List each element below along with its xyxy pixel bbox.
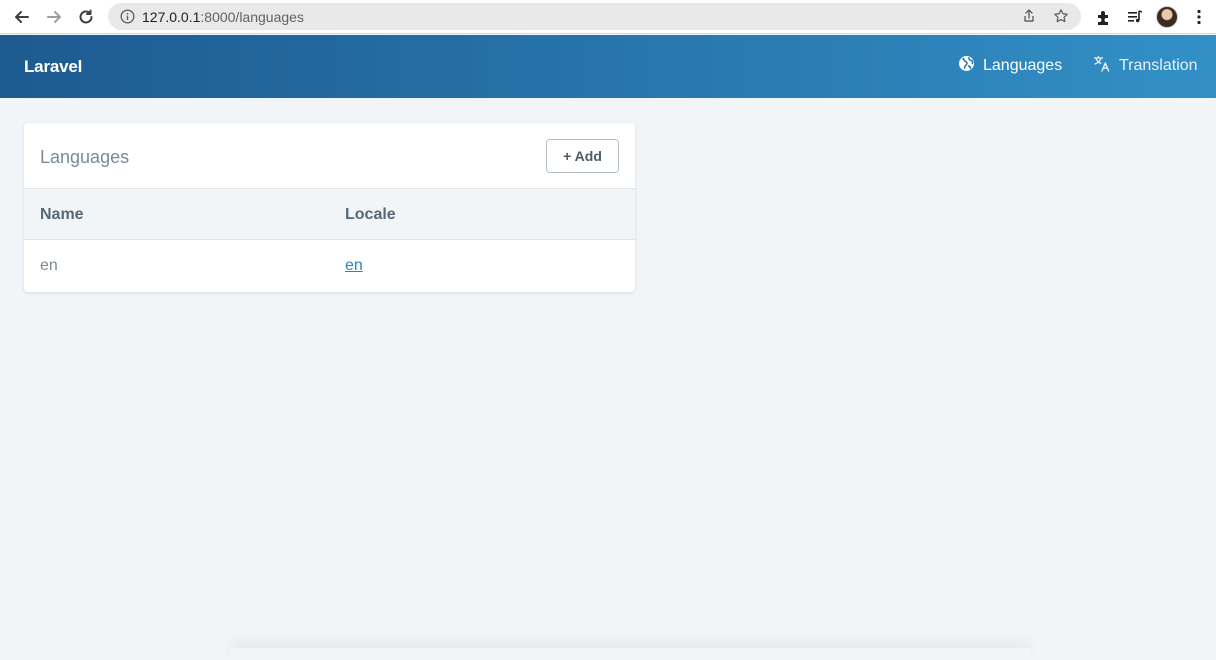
reload-icon[interactable] [75, 6, 97, 28]
locale-link[interactable]: en [345, 257, 363, 274]
url-host: 127.0.0.1 [142, 9, 201, 25]
media-queue-icon[interactable] [1124, 6, 1146, 28]
brand-logo[interactable]: Laravel [24, 57, 82, 77]
app-navbar: Laravel Languages Translation [0, 35, 1216, 98]
nav-link-languages-label: Languages [983, 57, 1063, 74]
menu-kebab-icon[interactable] [1188, 6, 1210, 28]
extensions-icon[interactable] [1092, 6, 1114, 28]
cell-name: en [40, 257, 58, 274]
table-header: Name Locale [24, 189, 635, 240]
back-icon[interactable] [11, 6, 33, 28]
address-bar[interactable]: 127.0.0.1:8000/languages [108, 3, 1081, 30]
bookmark-star-icon[interactable] [1053, 8, 1069, 29]
url-text: 127.0.0.1:8000/languages [142, 9, 304, 25]
info-icon[interactable] [120, 9, 135, 29]
card-header: Languages + Add [24, 123, 635, 189]
add-language-button[interactable]: + Add [546, 139, 619, 173]
browser-toolbar: 127.0.0.1:8000/languages [0, 0, 1216, 34]
share-icon[interactable] [1021, 8, 1037, 29]
nav-link-translation-label: Translation [1119, 57, 1198, 74]
url-path: :8000/languages [200, 9, 304, 25]
nav-link-languages[interactable]: Languages [958, 56, 1062, 76]
column-header-locale: Locale [345, 206, 396, 223]
cell-locale: en [345, 257, 363, 275]
profile-avatar[interactable] [1156, 6, 1178, 28]
forward-icon[interactable] [43, 6, 65, 28]
bottom-shadow [230, 648, 1030, 660]
card-title: Languages [40, 147, 130, 167]
globe-icon [958, 55, 975, 77]
table-row: en en [24, 240, 635, 292]
nav-link-translation[interactable]: Translation [1093, 55, 1198, 77]
column-header-name: Name [40, 206, 84, 223]
translate-icon [1093, 55, 1111, 77]
languages-card: Languages + Add Name Locale en en [24, 123, 635, 292]
